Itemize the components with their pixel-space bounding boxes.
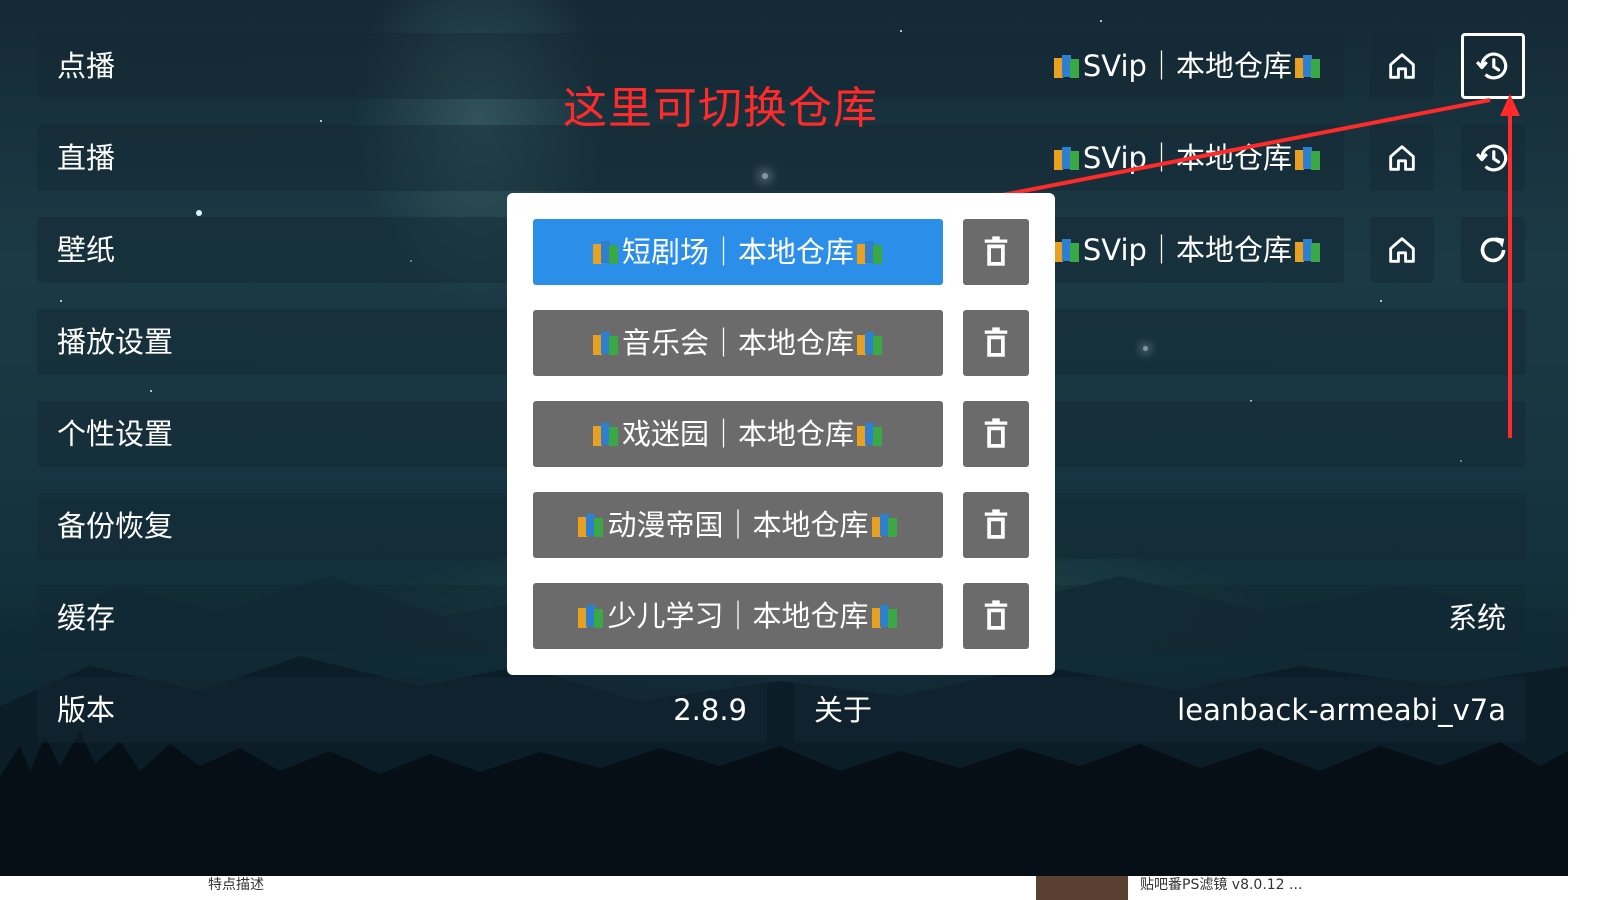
repo-option-name: 少儿学习 (607, 599, 724, 633)
books-icon (1295, 239, 1320, 262)
books-icon (1053, 239, 1079, 262)
row-label: 壁纸 (57, 233, 116, 267)
about-value: leanback-armeabi_v7a (1177, 693, 1506, 727)
repo-option[interactable]: 少儿学习｜本地仓库 (533, 583, 943, 649)
home-icon (1389, 145, 1415, 171)
books-icon (578, 514, 604, 537)
trash-icon (984, 327, 1008, 357)
repo-option-name: 动漫帝国 (607, 508, 724, 542)
books-icon (1053, 55, 1079, 78)
vod-home-button[interactable] (1370, 33, 1434, 99)
separator: ｜ (1146, 233, 1176, 267)
repo-source: 本地仓库 (1175, 49, 1292, 83)
tv-settings-screen: 点播 SVip｜本地仓库 直播 SVip｜本地仓库 壁纸 SVip｜本地仓库 播… (0, 0, 1568, 876)
row-value: SVip｜本地仓库 (1051, 33, 1324, 99)
row-label: 版本 (57, 693, 116, 727)
row-value: 系统 (1447, 601, 1506, 635)
separator: ｜ (708, 326, 738, 360)
repo-option[interactable]: 戏迷园｜本地仓库 (533, 401, 943, 467)
delete-repo-button[interactable] (963, 492, 1029, 558)
separator: ｜ (708, 235, 738, 269)
repo-option-name: 音乐会 (621, 326, 709, 360)
repo-name: SVip (1082, 141, 1147, 175)
delete-repo-button[interactable] (963, 583, 1029, 649)
trash-icon (984, 600, 1008, 630)
star (60, 300, 62, 302)
repo-option-source: 本地仓库 (738, 417, 855, 451)
settings-row-version[interactable]: 版本 2.8.9 (37, 677, 767, 743)
trash-icon (984, 236, 1008, 266)
row-label: 直播 (57, 141, 116, 175)
separator: ｜ (1146, 141, 1176, 175)
row-label: 关于 (814, 693, 873, 727)
row-value: SVip｜本地仓库 (1051, 125, 1324, 191)
books-icon (871, 605, 897, 628)
trash-icon (984, 418, 1008, 448)
repo-option[interactable]: 短剧场｜本地仓库 (533, 219, 943, 285)
version-value: 2.8.9 (673, 693, 747, 727)
separator: ｜ (1146, 49, 1176, 83)
repo-option-source: 本地仓库 (738, 326, 855, 360)
books-icon (857, 423, 883, 446)
books-icon (578, 605, 604, 628)
background-page-text: 特点描述 (208, 877, 264, 893)
background-page-strip: 特点描述 贴吧番PS滤镜 v8.0.12 ... (0, 876, 1600, 900)
repo-option-name: 戏迷园 (621, 417, 709, 451)
star (1100, 20, 1102, 22)
background-thumbnail (1036, 876, 1128, 900)
books-icon (857, 241, 883, 264)
background-page-text: 贴吧番PS滤镜 v8.0.12 ... (1140, 877, 1303, 893)
repo-option[interactable]: 动漫帝国｜本地仓库 (533, 492, 943, 558)
repo-option-name: 短剧场 (621, 235, 709, 269)
repo-name: SVip (1082, 49, 1147, 83)
repo-source: 本地仓库 (1175, 233, 1292, 267)
live-home-button[interactable] (1370, 125, 1434, 191)
books-icon (592, 332, 618, 355)
trash-icon (984, 509, 1008, 539)
separator: ｜ (708, 417, 738, 451)
delete-repo-button[interactable] (963, 310, 1029, 376)
home-icon (1389, 53, 1415, 79)
delete-repo-button[interactable] (963, 401, 1029, 467)
star (150, 390, 152, 392)
books-icon (592, 241, 618, 264)
star (1380, 300, 1382, 302)
row-label: 缓存 (57, 601, 116, 635)
repo-option[interactable]: 音乐会｜本地仓库 (533, 310, 943, 376)
star (900, 30, 902, 32)
repo-option-source: 本地仓库 (752, 599, 869, 633)
row-label: 播放设置 (57, 325, 174, 359)
repo-option-source: 本地仓库 (738, 235, 855, 269)
books-icon (1053, 147, 1079, 170)
repository-dialog: 短剧场｜本地仓库 音乐会｜本地仓库 戏迷园｜本地仓库 动漫帝国｜本地仓库 少儿学… (507, 193, 1055, 675)
repo-option-source: 本地仓库 (752, 508, 869, 542)
wallpaper-refresh-button[interactable] (1461, 217, 1525, 283)
separator: ｜ (723, 599, 753, 633)
star (320, 120, 322, 122)
books-icon (857, 332, 883, 355)
vod-history-button[interactable] (1461, 33, 1525, 99)
star (196, 210, 202, 216)
books-icon (592, 423, 618, 446)
row-label: 个性设置 (57, 417, 174, 451)
books-icon (1295, 147, 1320, 170)
row-label: 备份恢复 (57, 509, 174, 543)
history-icon (1475, 144, 1508, 172)
home-icon (1389, 237, 1415, 263)
repo-source: 本地仓库 (1175, 141, 1292, 175)
separator: ｜ (723, 508, 753, 542)
refresh-icon (1480, 237, 1506, 263)
wallpaper-home-button[interactable] (1370, 217, 1434, 283)
row-value: SVip｜本地仓库 (1051, 217, 1324, 283)
row-label: 点播 (57, 49, 116, 83)
books-icon (1295, 55, 1320, 78)
annotation-text: 这里可切换仓库 (563, 83, 878, 134)
live-history-button[interactable] (1461, 125, 1525, 191)
repo-name: SVip (1082, 233, 1147, 267)
delete-repo-button[interactable] (963, 219, 1029, 285)
settings-row-about[interactable]: 关于 leanback-armeabi_v7a (794, 677, 1526, 743)
books-icon (871, 514, 897, 537)
history-icon (1475, 52, 1508, 80)
